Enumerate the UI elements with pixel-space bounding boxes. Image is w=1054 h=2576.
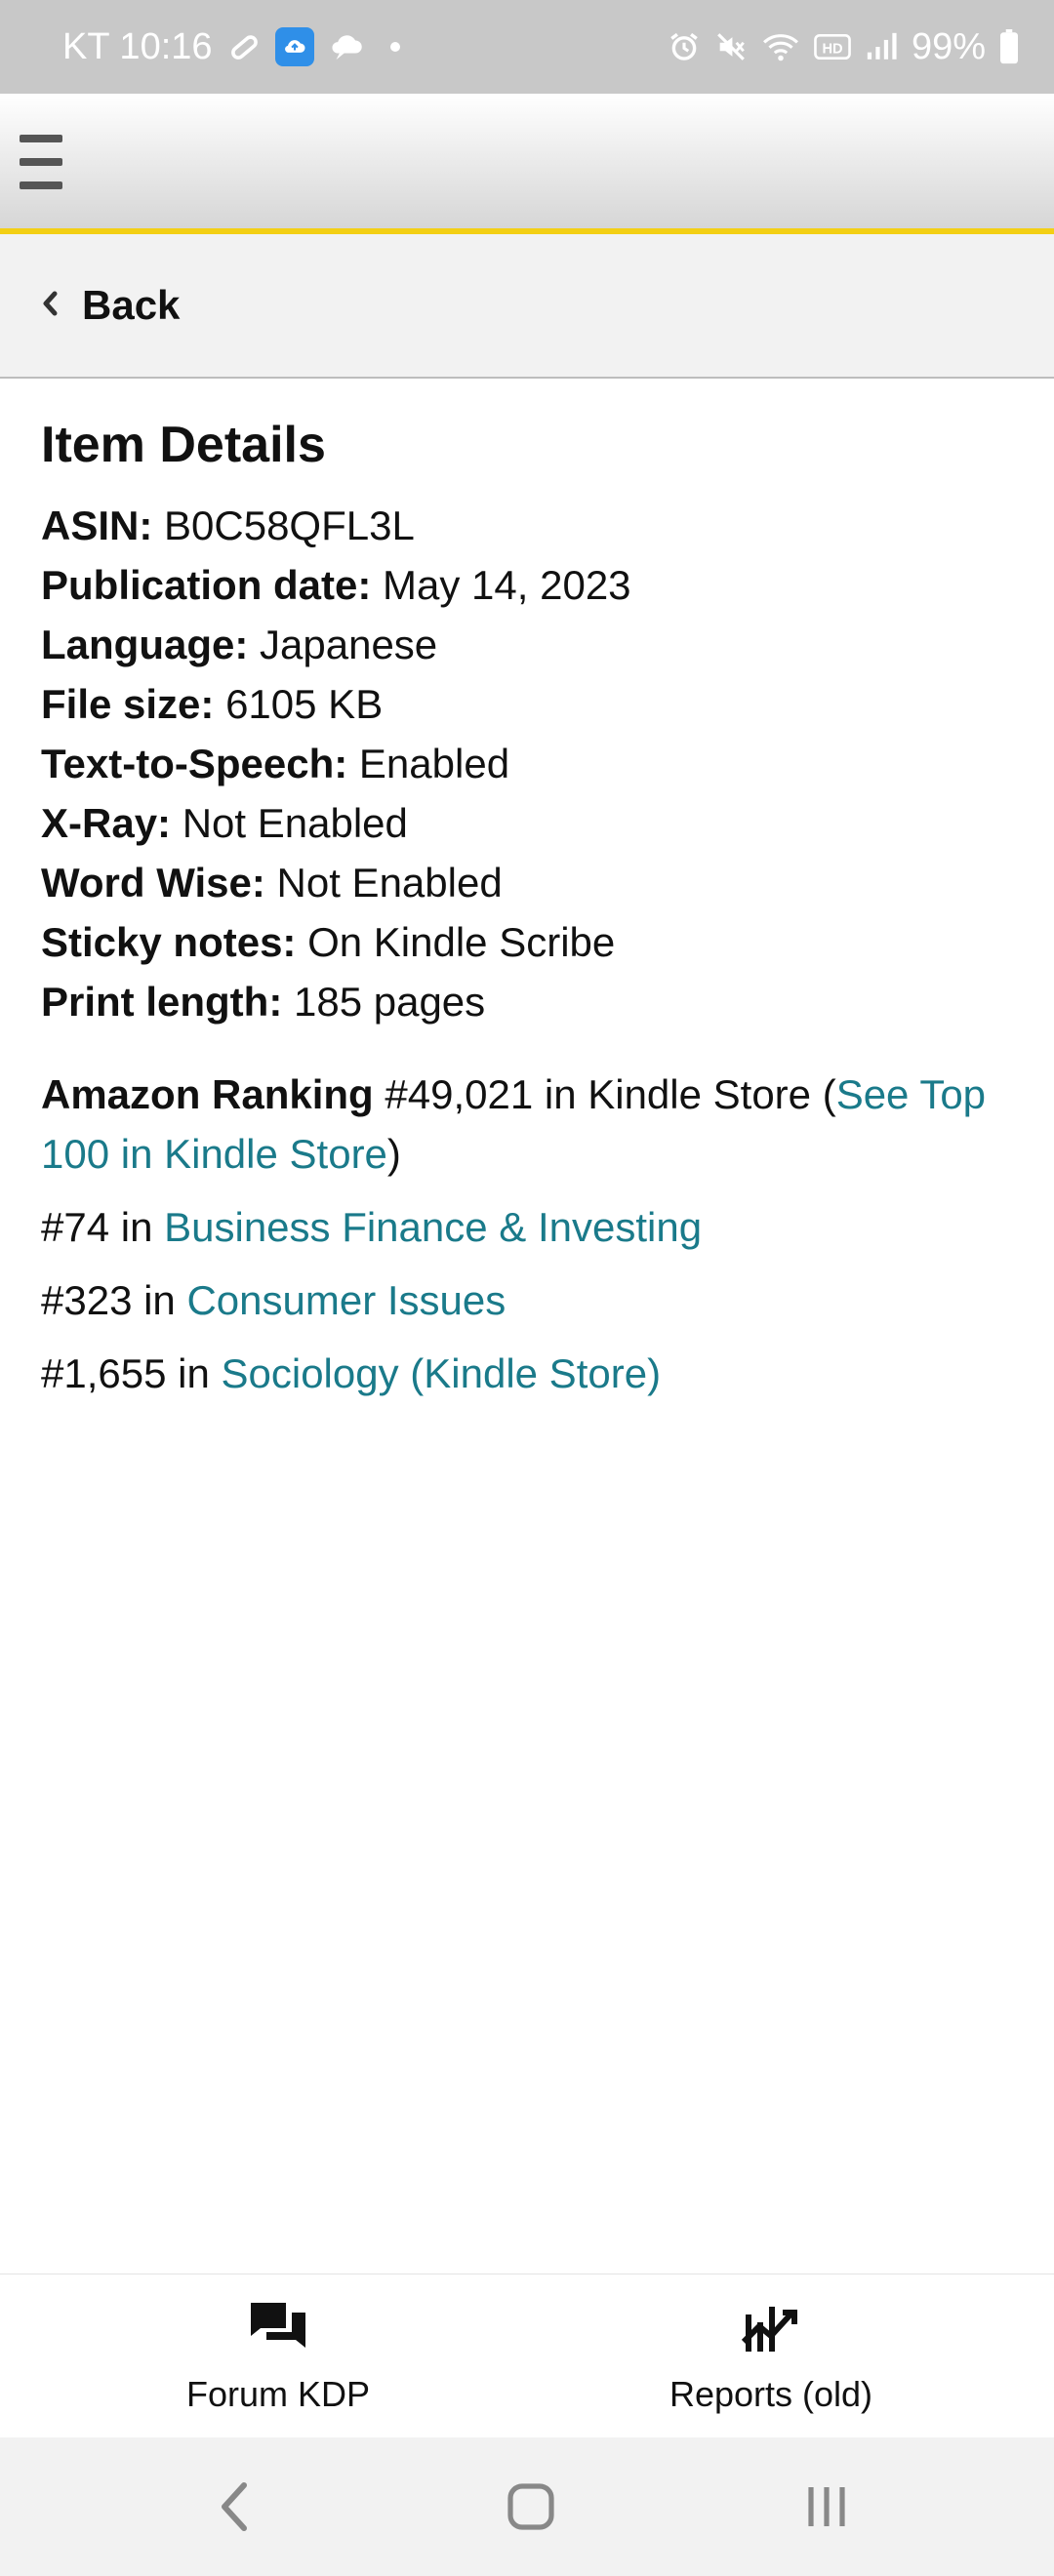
alarm-icon xyxy=(668,30,701,63)
svg-text:HD: HD xyxy=(822,42,842,58)
detail-label: Publication date: xyxy=(41,562,372,608)
tab-forum-kdp[interactable]: Forum KDP xyxy=(137,2274,420,2438)
close-paren: ) xyxy=(386,1131,401,1177)
wifi-icon xyxy=(761,30,800,63)
back-label: Back xyxy=(82,282,181,328)
item-details-section: Item Details ASIN: B0C58QFL3L Publicatio… xyxy=(41,410,1017,1403)
category-rank: #1,655 in xyxy=(41,1350,210,1396)
forum-chat-icon xyxy=(247,2299,309,2374)
tab-label: Forum KDP xyxy=(185,2373,371,2414)
category-rank: #74 in xyxy=(41,1204,153,1250)
hamburger-menu-icon[interactable] xyxy=(20,135,62,189)
back-bar: Back xyxy=(0,234,1054,379)
detail-row-word-wise: Word Wise: Not Enabled xyxy=(41,853,1017,912)
detail-label: X-Ray: xyxy=(41,800,172,846)
page-title: Item Details xyxy=(41,417,326,473)
category-rank-row: #74 in Business Finance & Investing xyxy=(41,1197,1017,1257)
notification-dot xyxy=(389,42,400,52)
detail-value: Not Enabled xyxy=(182,800,408,846)
back-nav-icon[interactable] xyxy=(185,2437,283,2576)
detail-label: ASIN: xyxy=(41,503,153,548)
status-left: KT 10:16 xyxy=(62,0,400,94)
detail-label: Sticky notes: xyxy=(41,919,297,965)
category-link-sociology[interactable]: Sociology (Kindle Store) xyxy=(222,1350,662,1396)
detail-row-print-length: Print length: 185 pages xyxy=(41,972,1017,1031)
mute-icon xyxy=(714,30,748,63)
status-right: HD 99% xyxy=(668,0,1019,94)
detail-label: Word Wise: xyxy=(41,860,265,906)
status-bar: KT 10:16 HD 99% xyxy=(0,0,1054,94)
category-link-business-finance[interactable]: Business Finance & Investing xyxy=(164,1204,702,1250)
detail-value: Japanese xyxy=(260,622,438,667)
ranking-label: Amazon Ranking xyxy=(41,1071,374,1117)
detail-row-language: Language: Japanese xyxy=(41,615,1017,674)
chevron-left-icon xyxy=(39,282,61,329)
detail-row-file-size: File size: 6105 KB xyxy=(41,674,1017,734)
chat-cloud-icon xyxy=(328,29,367,64)
detail-value: May 14, 2023 xyxy=(383,562,631,608)
detail-label: Print length: xyxy=(41,979,283,1025)
amazon-ranking: Amazon Ranking #49,021 in Kindle Store (… xyxy=(41,1065,1017,1184)
reports-chart-icon xyxy=(740,2299,802,2374)
bottom-tab-bar: Forum KDP Reports (old) xyxy=(0,2274,1054,2437)
category-link-consumer-issues[interactable]: Consumer Issues xyxy=(186,1277,506,1323)
recents-nav-icon[interactable] xyxy=(778,2437,875,2576)
link-icon xyxy=(226,29,262,64)
tab-reports-old[interactable]: Reports (old) xyxy=(625,2274,917,2438)
detail-label: Text-to-Speech: xyxy=(41,741,348,786)
detail-label: Language: xyxy=(41,622,249,667)
back-button[interactable]: Back xyxy=(39,282,180,329)
tab-label: Reports (old) xyxy=(669,2373,873,2414)
detail-row-text-to-speech: Text-to-Speech: Enabled xyxy=(41,734,1017,793)
category-rank: #323 in xyxy=(41,1277,176,1323)
app-bar xyxy=(0,94,1054,234)
detail-row-sticky-notes: Sticky notes: On Kindle Scribe xyxy=(41,912,1017,972)
category-rank-row: #323 in Consumer Issues xyxy=(41,1270,1017,1330)
signal-icon xyxy=(865,31,898,62)
home-nav-icon[interactable] xyxy=(482,2437,580,2576)
detail-row-asin: ASIN: B0C58QFL3L xyxy=(41,496,1017,555)
detail-value: 185 pages xyxy=(293,979,486,1025)
detail-label: File size: xyxy=(41,681,215,727)
detail-row-x-ray: X-Ray: Not Enabled xyxy=(41,793,1017,853)
carrier-time: KT 10:16 xyxy=(62,25,213,67)
detail-value: 6105 KB xyxy=(225,681,384,727)
detail-value: B0C58QFL3L xyxy=(164,503,415,548)
battery-percent: 99% xyxy=(911,25,986,67)
detail-value: Enabled xyxy=(358,741,510,786)
cloud-upload-app-icon xyxy=(274,27,314,66)
system-nav-bar xyxy=(0,2437,1054,2576)
detail-row-publication-date: Publication date: May 14, 2023 xyxy=(41,555,1017,615)
battery-icon xyxy=(999,29,1019,64)
detail-value: On Kindle Scribe xyxy=(307,919,616,965)
category-rank-row: #1,655 in Sociology (Kindle Store) xyxy=(41,1344,1017,1403)
store-rank: #49,021 in Kindle Store ( xyxy=(385,1071,836,1117)
detail-value: Not Enabled xyxy=(276,860,503,906)
hd-icon: HD xyxy=(814,32,851,61)
